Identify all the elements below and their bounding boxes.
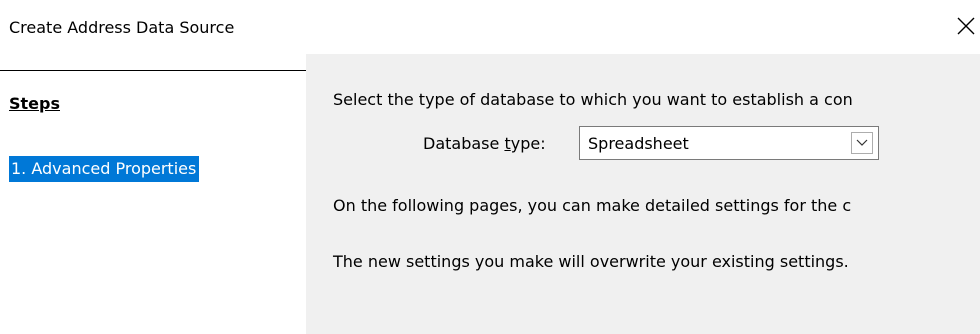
database-type-label: Database type: — [423, 134, 546, 153]
main-panel: Select the type of database to which you… — [306, 54, 980, 334]
intro-text: Select the type of database to which you… — [333, 90, 853, 109]
database-type-select[interactable]: Spreadsheet — [579, 126, 879, 160]
overwrite-warning-text: The new settings you make will overwrite… — [333, 252, 849, 271]
steps-divider — [0, 70, 306, 71]
detail-settings-text: On the following pages, you can make det… — [333, 196, 852, 215]
chevron-down-icon — [856, 139, 868, 146]
close-icon — [957, 17, 975, 35]
database-type-value: Spreadsheet — [588, 134, 689, 153]
dialog-title: Create Address Data Source — [9, 18, 235, 37]
database-type-dropdown-button[interactable] — [851, 132, 873, 154]
steps-heading: Steps — [9, 94, 60, 113]
close-button[interactable] — [954, 14, 978, 38]
steps-panel: Steps 1. Advanced Properties — [0, 60, 306, 334]
step-item-advanced-properties[interactable]: 1. Advanced Properties — [9, 156, 200, 182]
title-bar: Create Address Data Source — [0, 0, 980, 60]
